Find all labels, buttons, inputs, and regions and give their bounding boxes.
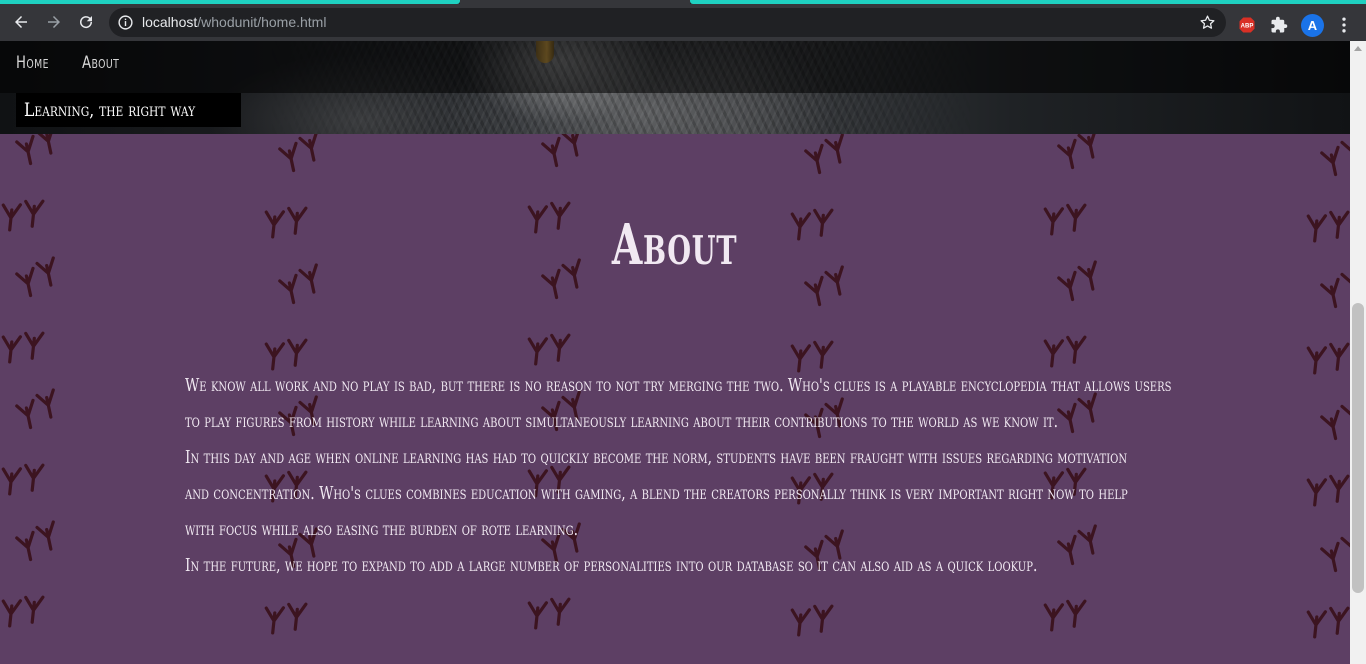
footprint-icon [15,520,55,562]
footprint-icon [1320,399,1350,441]
about-line: In the future, we hope to expand to add … [185,555,1038,576]
nav-about-link[interactable]: About [82,53,119,73]
footprint-icon [1306,342,1350,375]
footprint-icon [15,134,55,166]
back-icon[interactable] [8,9,34,35]
about-line: In this day and age when online learning… [185,447,1128,468]
nav-home-link[interactable]: Home [16,53,49,73]
adblock-icon[interactable]: ABP [1238,16,1256,34]
footprint-icon [264,602,308,635]
footprint-icon [541,134,581,168]
footprint-icon [1057,134,1097,170]
footprint-icon [1,595,45,628]
footprint-icon [1306,606,1350,639]
menu-icon[interactable] [1334,15,1354,35]
footprint-icon [1320,135,1350,177]
tagline-text: Learning, the right way [24,99,196,121]
hero-tagline: Learning, the right way [16,93,241,127]
footprint-icon [1043,335,1087,368]
footprint-icon [527,333,571,366]
footprint-icon [527,597,571,630]
footprint-icon [15,388,55,430]
footprint-icon [1043,599,1087,632]
about-section: About We know all work and no play is ba… [0,134,1350,664]
about-title: About [0,212,1350,278]
footprint-icon [804,134,844,175]
forward-icon[interactable] [41,9,67,35]
scroll-up-arrow-icon[interactable] [1354,46,1362,51]
about-title-text: About [612,212,738,278]
footprint-icon [278,134,318,173]
about-line: with focus while also easing the burden … [185,519,578,540]
footprint-icon [790,604,834,637]
extensions-icon[interactable] [1270,16,1288,34]
browser-toolbar: localhost/whodunit/home.html ABP A [0,4,1366,41]
footprint-icon [264,338,308,371]
vertical-scrollbar[interactable] [1350,41,1366,664]
footprint-icon [1,331,45,364]
footprint-icon [1320,531,1350,573]
url-path: /whodunit/home.html [197,14,327,30]
svg-text:ABP: ABP [1241,23,1254,29]
scroll-thumb[interactable] [1352,303,1364,593]
star-icon[interactable] [1199,14,1216,31]
footprint-icon [1306,474,1350,507]
hero-banner: Home About Learning, the right way [0,41,1350,134]
page-viewport: Home About Learning, the right way About… [0,41,1350,664]
about-body: We know all work and no play is bad, but… [185,368,1172,584]
footprint-icon [1,463,45,496]
url-text[interactable]: localhost/whodunit/home.html [142,14,326,30]
navbar: Home About [0,41,1350,93]
address-bar[interactable]: localhost/whodunit/home.html [109,8,1226,37]
reload-icon[interactable] [73,9,99,35]
about-line: to play figures from history while learn… [185,411,1058,432]
profile-avatar[interactable]: A [1301,14,1324,37]
about-line: We know all work and no play is bad, but… [185,375,1172,396]
about-line: and concentration. Who's clues combines … [185,483,1128,504]
info-icon[interactable] [117,14,134,31]
url-host: localhost [142,14,198,30]
